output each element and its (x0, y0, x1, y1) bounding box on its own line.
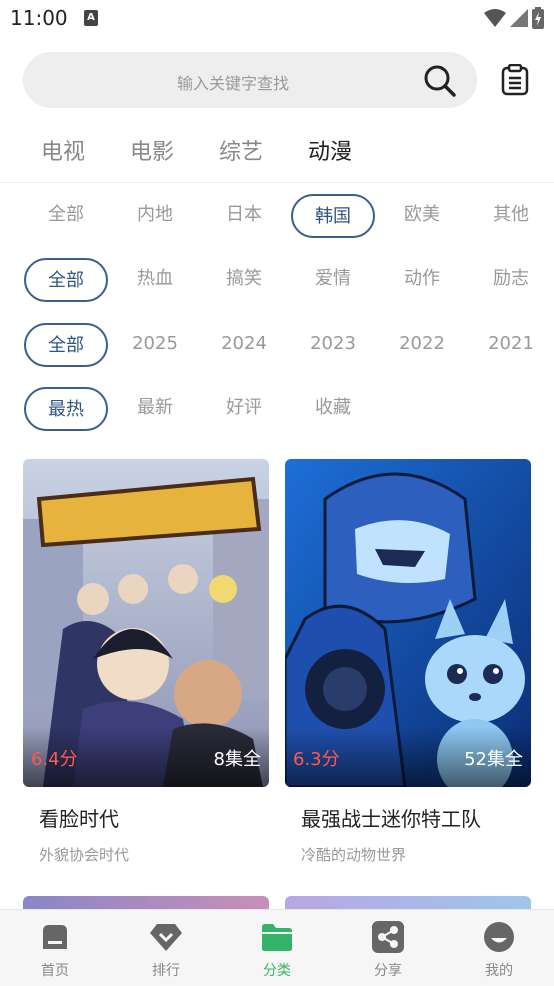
status-icons (484, 7, 544, 29)
anime-poster[interactable]: 6.3分 52集全 (285, 459, 531, 787)
tab-anime[interactable]: 动漫 (308, 134, 352, 166)
status-time: 11:00 (10, 6, 68, 30)
nav-ranking[interactable]: 排行 (126, 920, 206, 980)
sort-chip-rating[interactable]: 好评 (202, 387, 286, 431)
nav-home[interactable]: 首页 (15, 920, 95, 980)
search-placeholder: 输入关键字查找 (176, 74, 289, 93)
region-chip-mainland[interactable]: 内地 (113, 194, 197, 238)
diamond-icon (150, 924, 182, 951)
nav-label: 我的 (485, 963, 513, 979)
card-subtitle: 外貌协会时代 (39, 846, 130, 864)
sort-chip-hot[interactable]: 最热 (24, 387, 108, 431)
region-chip-all[interactable]: 全部 (24, 194, 108, 238)
year-chip-2022[interactable]: 2022 (380, 323, 464, 367)
region-chip-west[interactable]: 欧美 (380, 194, 464, 238)
nav-profile[interactable]: 我的 (459, 920, 539, 980)
card-subtitle: 冷酷的动物世界 (301, 846, 407, 864)
anime-card[interactable]: 6.4分 8集全 看脸时代 外貌协会时代 (23, 459, 269, 865)
rating-score: 6.3分 (293, 749, 340, 770)
tabs-divider (0, 182, 554, 183)
nav-label: 排行 (152, 963, 180, 979)
episode-count: 8集全 (213, 749, 261, 770)
region-chip-other[interactable]: 其他 (469, 194, 553, 238)
notification-icon: A (84, 10, 98, 26)
search-input[interactable]: 输入关键字查找 (23, 52, 477, 108)
genre-chip-romance[interactable]: 爱情 (291, 258, 375, 302)
genre-chip-comedy[interactable]: 搞笑 (202, 258, 286, 302)
region-chip-korea[interactable]: 韩国 (291, 194, 375, 238)
genre-chip-action-blood[interactable]: 热血 (113, 258, 197, 302)
battery-icon (532, 7, 544, 29)
year-filter: 全部 2025 2024 2023 2022 2021 (0, 323, 554, 367)
nav-label: 首页 (41, 963, 69, 979)
nav-share[interactable]: 分享 (348, 920, 428, 980)
tab-variety[interactable]: 综艺 (219, 134, 263, 166)
main-tabs: 电视 电影 综艺 动漫 (0, 134, 554, 168)
anime-poster[interactable]: 6.4分 8集全 (23, 459, 269, 787)
year-chip-all[interactable]: 全部 (24, 323, 108, 367)
sort-chip-favorites[interactable]: 收藏 (291, 387, 375, 431)
tab-tv[interactable]: 电视 (41, 134, 85, 166)
nav-category[interactable]: 分类 (237, 920, 317, 980)
bottom-nav: 首页 排行 分类 分享 我的 (0, 909, 554, 986)
genre-chip-inspirational[interactable]: 励志 (469, 258, 553, 302)
year-chip-2023[interactable]: 2023 (291, 323, 375, 367)
search-icon[interactable] (423, 64, 457, 98)
region-chip-japan[interactable]: 日本 (202, 194, 286, 238)
profile-icon (484, 922, 514, 952)
sort-filter: 最热 最新 好评 收藏 (0, 387, 554, 431)
anime-card[interactable]: 6.3分 52集全 最强战士迷你特工队 冷酷的动物世界 (285, 459, 531, 865)
genre-chip-action[interactable]: 动作 (380, 258, 464, 302)
status-bar: 11:00 A (0, 0, 554, 38)
nav-label: 分类 (263, 963, 291, 979)
rating-score: 6.4分 (31, 749, 78, 770)
year-chip-2024[interactable]: 2024 (202, 323, 286, 367)
genre-chip-all[interactable]: 全部 (24, 258, 108, 302)
card-title[interactable]: 看脸时代 (39, 803, 269, 832)
card-title[interactable]: 最强战士迷你特工队 (301, 803, 531, 832)
share-icon (372, 921, 404, 953)
year-chip-2021[interactable]: 2021 (469, 323, 553, 367)
folder-icon (262, 924, 292, 951)
home-icon (43, 925, 67, 949)
genre-filter: 全部 热血 搞笑 爱情 动作 励志 (0, 258, 554, 302)
episode-count: 52集全 (464, 749, 523, 770)
nav-label: 分享 (374, 963, 402, 979)
year-chip-2025[interactable]: 2025 (113, 323, 197, 367)
tab-movie[interactable]: 电影 (130, 134, 174, 166)
region-filter: 全部 内地 日本 韩国 欧美 其他 (0, 194, 554, 238)
signal-icon (510, 9, 528, 27)
sort-chip-latest[interactable]: 最新 (113, 387, 197, 431)
wifi-icon (484, 9, 506, 27)
clipboard-icon[interactable] (500, 64, 530, 96)
